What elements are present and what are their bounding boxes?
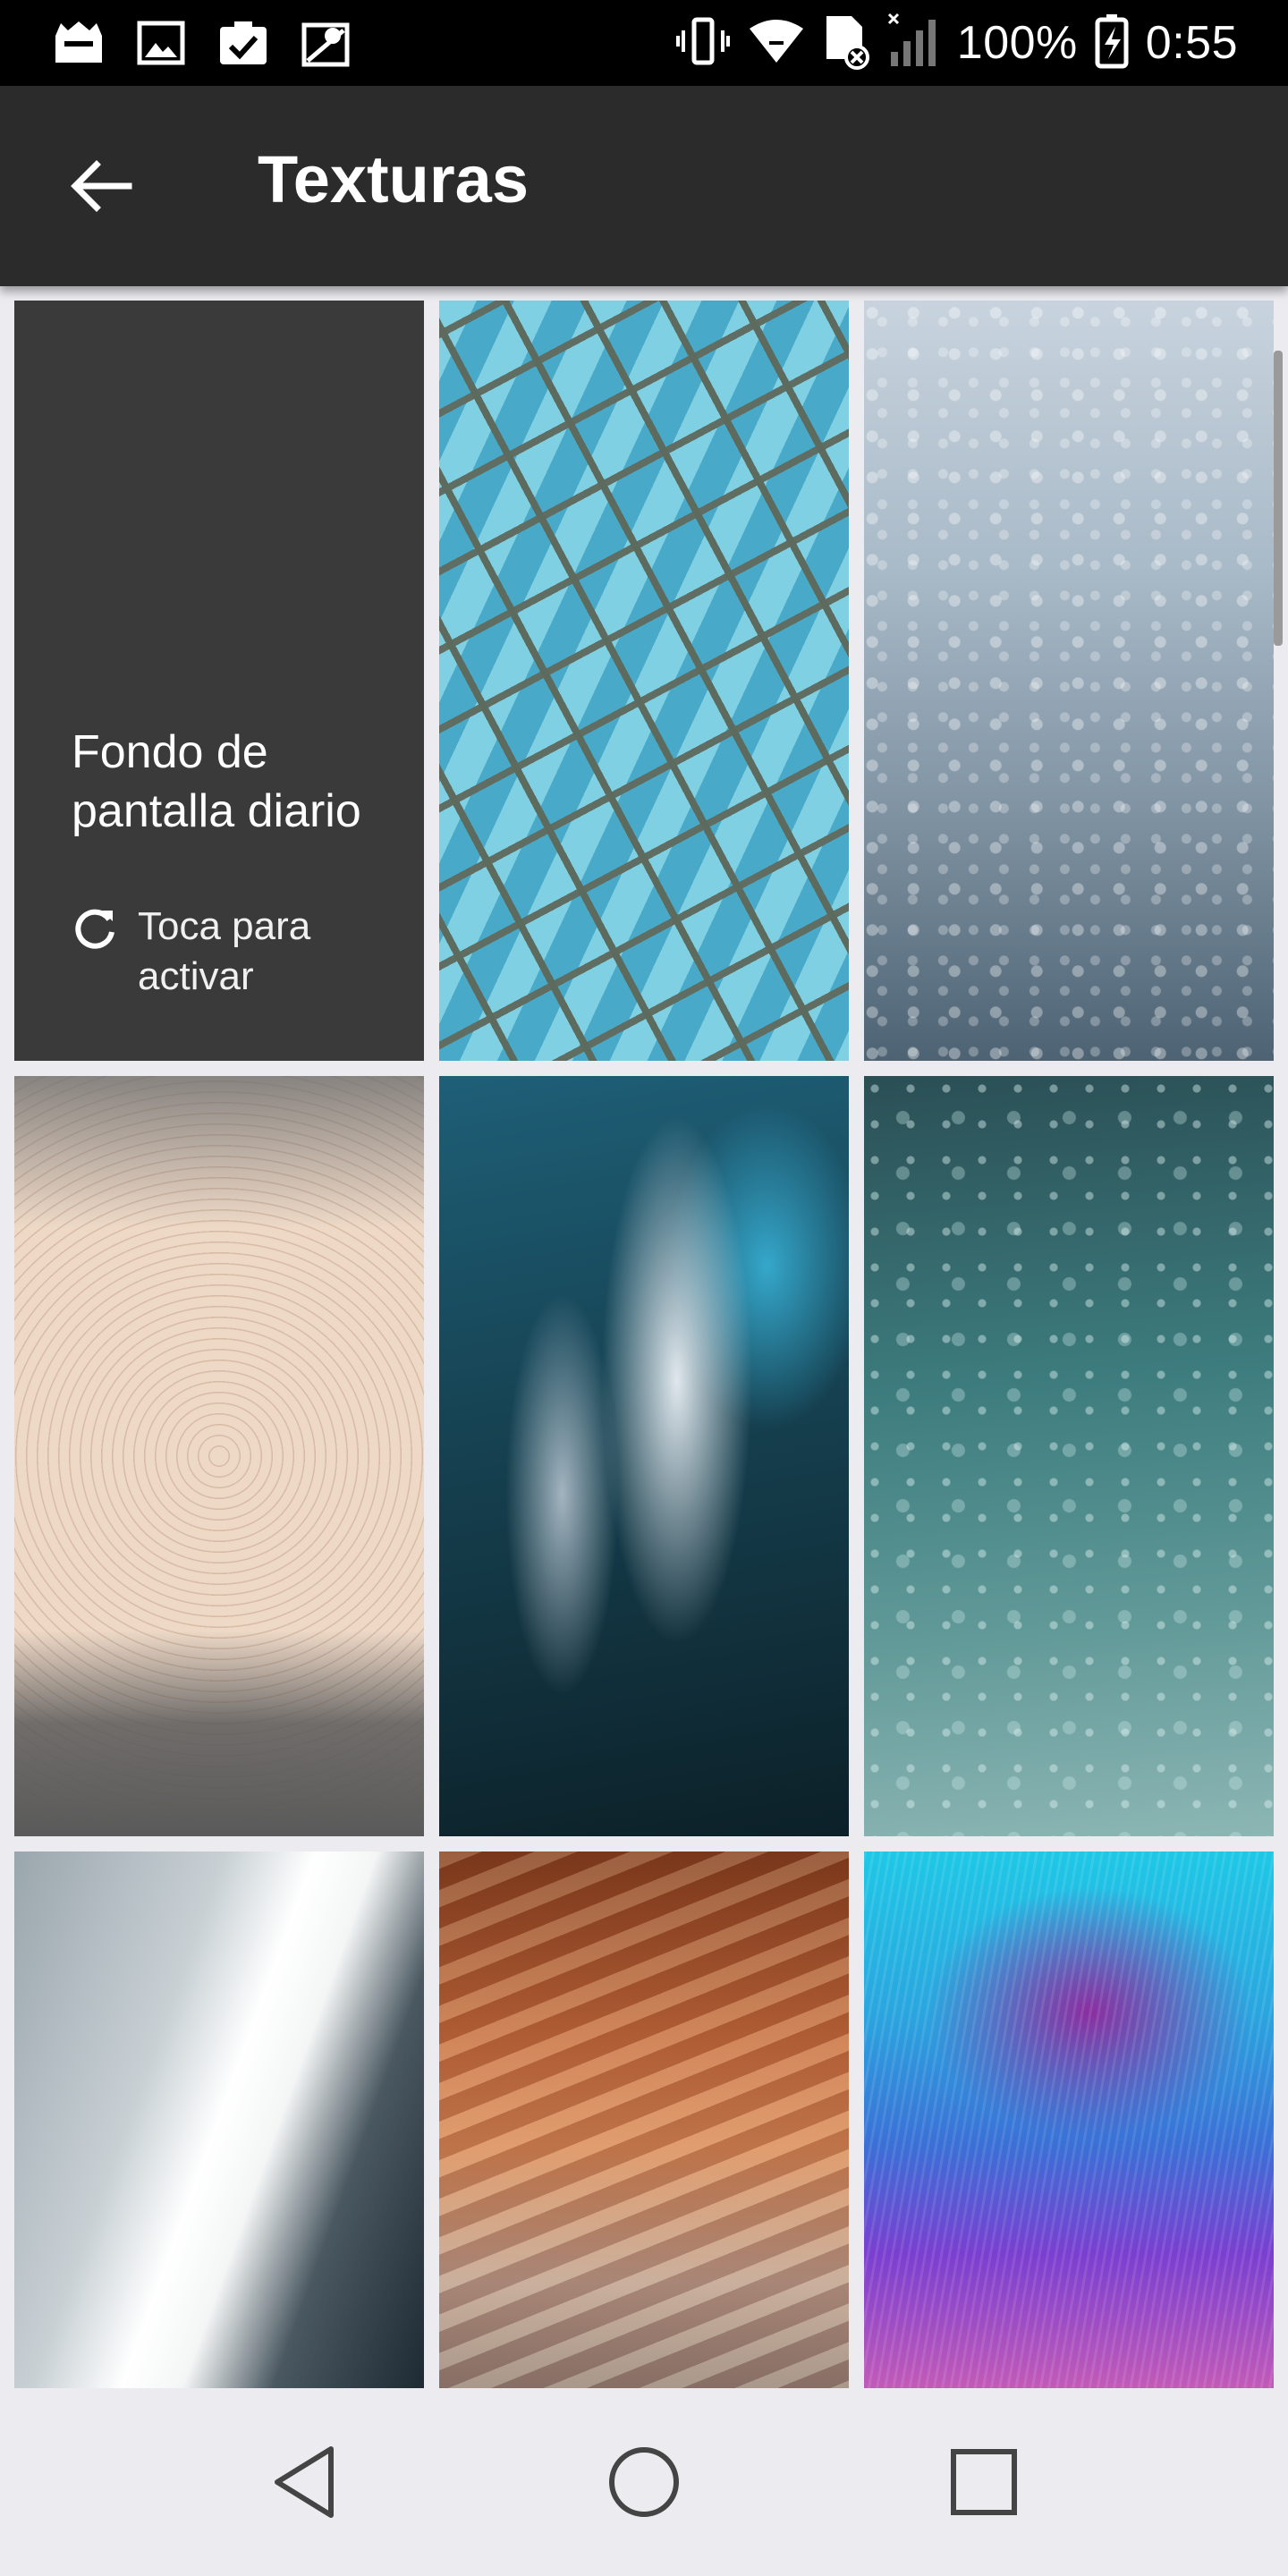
daily-wallpaper-title: Fondo de pantalla diario [72,726,361,837]
notification-app-icon [50,14,107,72]
refresh-icon [75,909,114,949]
sim-off-icon [821,13,871,74]
wallpaper-peacock-feather[interactable] [864,1852,1274,2388]
image-icon [132,14,190,72]
daily-wallpaper-action[interactable]: Toca para activar [72,902,352,1002]
wifi-icon [748,16,805,71]
scrollbar[interactable] [1274,351,1283,646]
back-triangle-icon [275,2446,334,2518]
daily-wallpaper-action-label: Toca para activar [138,904,311,998]
signal-icon [887,13,941,74]
status-bar: 100% 0:55 [0,0,1288,86]
daily-wallpaper-tile[interactable]: Fondo de pantalla diario Toca para activ… [14,301,424,1061]
wallpaper-building-perspective[interactable] [14,1852,424,2388]
app-bar: Texturas [0,86,1288,286]
map-icon [297,14,354,72]
page-title: Texturas [258,142,529,216]
wallpaper-frost[interactable] [864,301,1274,1061]
home-circle-icon [609,2447,679,2517]
back-button[interactable] [50,136,150,236]
wood-top-shade [14,1076,424,1228]
nav-back-button[interactable] [246,2424,362,2540]
wallpaper-grid: Fondo de pantalla diario Toca para activ… [0,286,1288,2388]
nav-recents-button[interactable] [926,2424,1042,2540]
clipboard-check-icon [215,14,272,72]
status-right-area: 100% 0:55 [674,9,1238,77]
wallpaper-glass-building[interactable] [439,301,849,1061]
battery-percent: 100% [956,17,1078,69]
clock-time: 0:55 [1145,17,1238,69]
wallpaper-wood-rings[interactable] [14,1076,424,1836]
arrow-back-icon [71,160,132,212]
navigation-bar [0,2388,1288,2576]
wood-bottom-shade [14,1631,424,1836]
wallpaper-ice-cave[interactable] [439,1076,849,1836]
wallpaper-underwater[interactable] [864,1076,1274,1836]
battery-charging-icon [1094,13,1130,74]
recents-square-icon [951,2449,1017,2515]
status-left-icons [50,14,354,72]
nav-home-button[interactable] [586,2424,702,2540]
vibrate-icon [674,14,732,72]
wallpaper-canyon[interactable] [439,1852,849,2388]
